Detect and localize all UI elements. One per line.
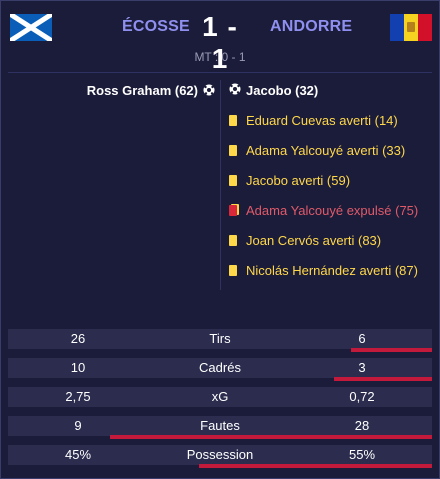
- away-goal-event: Jacobo (32): [229, 83, 434, 113]
- away-stat-bar: [199, 464, 432, 468]
- score: 1 - 1: [202, 11, 238, 74]
- away-stat-bar: [110, 435, 432, 439]
- away-stat-bar: [351, 348, 432, 352]
- away-card-event: Eduard Cuevas averti (14): [229, 113, 434, 143]
- event-text: Jacobo averti (59): [246, 173, 351, 188]
- away-card-event: Jacobo averti (59): [229, 173, 434, 203]
- stat-label: Possession: [186, 447, 254, 462]
- event-text: Joan Cervós averti (83): [246, 233, 382, 248]
- event-text: Adama Yalcouyé averti (33): [246, 143, 406, 158]
- stat-row-on-target: 10 Cadrés 3: [8, 358, 432, 381]
- home-stat-value: 9: [74, 418, 82, 433]
- yellow-card-icon: [229, 175, 237, 186]
- stat-row-fouls: 9 Fautes 28: [8, 416, 432, 439]
- home-stat-value: 45%: [64, 447, 92, 462]
- home-stat-value: 10: [70, 360, 86, 375]
- stat-label: Tirs: [209, 331, 231, 346]
- away-card-event: Adama Yalcouyé averti (33): [229, 143, 434, 173]
- event-text: Jacobo (32): [246, 83, 319, 98]
- stat-row-xg: 2,75 xG 0,72: [8, 387, 432, 407]
- away-team-name[interactable]: ANDORRE: [270, 18, 352, 36]
- home-stat-value: 2,75: [65, 389, 91, 404]
- red-card-icon: [229, 205, 237, 216]
- home-stat-value: 26: [70, 331, 86, 346]
- events-divider: [220, 80, 221, 290]
- away-stat-value: 3: [358, 360, 366, 375]
- stat-label: Fautes: [200, 418, 240, 433]
- ball-icon: [203, 84, 215, 96]
- stat-row-possession: 45% Possession 55%: [8, 445, 432, 468]
- away-events: Jacobo (32) Eduard Cuevas averti (14) Ad…: [229, 83, 434, 293]
- stat-label: Cadrés: [199, 360, 241, 375]
- away-stat-value: 55%: [348, 447, 376, 462]
- ball-icon: [229, 83, 241, 95]
- event-text: Adama Yalcouyé expulsé (75): [246, 203, 419, 218]
- match-header: ÉCOSSE 1 - 1 ANDORRE MT : 0 - 1: [0, 0, 440, 74]
- scotland-flag: [10, 14, 52, 41]
- event-text: Eduard Cuevas averti (14): [246, 113, 398, 128]
- away-card-event: Joan Cervós averti (83): [229, 233, 434, 263]
- yellow-card-icon: [229, 115, 237, 126]
- away-stat-value: 6: [358, 331, 366, 346]
- header-divider: [8, 72, 432, 73]
- away-card-event: Nicolás Hernández averti (87): [229, 263, 434, 293]
- home-team-name[interactable]: ÉCOSSE: [122, 18, 190, 36]
- halftime-score: MT : 0 - 1: [194, 50, 246, 64]
- yellow-card-icon: [229, 235, 237, 246]
- away-stat-bar: [334, 377, 432, 381]
- andorra-flag: [390, 14, 432, 41]
- home-goal-text: Ross Graham (62): [86, 83, 198, 98]
- home-goal-event: Ross Graham (62): [40, 83, 215, 98]
- yellow-card-icon: [229, 265, 237, 276]
- stat-row-shots: 26 Tirs 6: [8, 329, 432, 352]
- yellow-card-icon: [229, 145, 237, 156]
- away-stat-value: 0,72: [349, 389, 375, 404]
- stat-label: xG: [211, 389, 229, 404]
- event-text: Nicolás Hernández averti (87): [246, 263, 418, 278]
- away-stat-value: 28: [354, 418, 370, 433]
- match-stats: 26 Tirs 6 10 Cadrés 3 2,75 xG 0,72 9 Fau…: [8, 329, 432, 474]
- away-red-card-event: Adama Yalcouyé expulsé (75): [229, 203, 434, 233]
